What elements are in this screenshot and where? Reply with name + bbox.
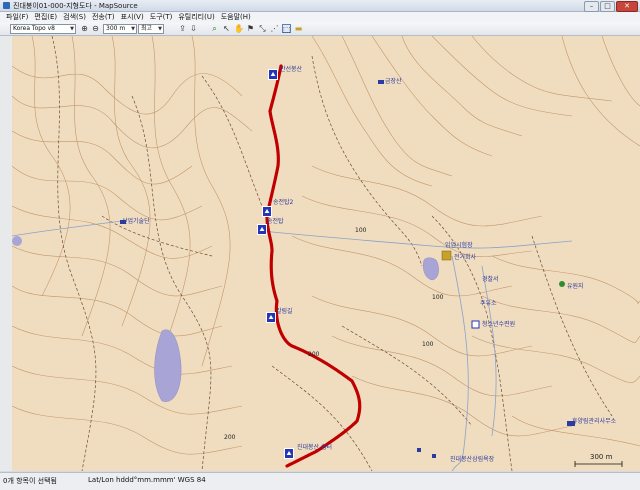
map-label: 송전탑2 [273,199,294,206]
water-spot [12,236,22,246]
map-label: 전기회사 [454,254,477,261]
map-label: 유원지 [567,283,584,290]
chevron-down-icon: ▼ [131,26,135,32]
menu-utilities[interactable]: 유틸리티(U) [178,12,214,22]
coordinate-format: Lat/Lon hddd°mm.mmm' WGS 84 [88,476,206,484]
waypoint-tool-icon[interactable]: ⚑ [246,24,255,33]
chevron-down-icon: ▼ [158,26,162,32]
menu-transfer[interactable]: 전송(T) [92,12,115,22]
zoom-select[interactable]: 300 m ▼ [103,24,137,34]
map-label: 휴양림관리사무소 [572,418,617,425]
map-label: 금장산 [385,78,402,85]
hospital-icon [471,320,480,329]
map-label: 갈림길 [276,308,293,315]
receive-from-device-icon[interactable]: ⇩ [189,24,198,33]
contour-label: 100 [432,294,444,301]
contour-lines [12,36,640,455]
hiker-waypoint-icon[interactable]: ⛰ [266,312,276,323]
close-button[interactable]: ✕ [616,1,638,12]
minimize-button[interactable]: – [584,1,599,12]
pond [423,257,439,281]
poi-markers [120,80,575,458]
hand-tool-icon[interactable]: ✋ [234,24,244,33]
menu-edit[interactable]: 편집(E) [34,12,57,22]
hiker-waypoint-icon[interactable]: ⛰ [257,224,267,235]
menu-tools[interactable]: 도구(T) [150,12,173,22]
track-tool-icon[interactable]: ⋰ [270,24,279,33]
product-select[interactable]: Korea Topo v8 ▼ [10,24,76,34]
chevron-down-icon: ▼ [70,26,74,32]
pointer-tool-icon[interactable]: ⬚ [282,24,291,34]
send-to-device-icon[interactable]: ⇪ [178,24,187,33]
contour-label: 200 [224,434,236,441]
hiker-waypoint-icon[interactable]: ⛰ [268,69,278,80]
menu-help[interactable]: 도움말(H) [221,12,251,22]
map-canvas [12,36,640,471]
map-label: 진대봉산 쉼터 [297,444,333,451]
detail-select[interactable]: 최고 ▼ [138,24,164,34]
hiker-waypoint-icon[interactable]: ⛰ [284,448,294,459]
detail-select-value: 최고 [141,25,153,32]
zoom-tool-icon[interactable]: ⌕ [210,24,219,33]
app-icon [3,2,10,9]
campground-icon [441,250,452,261]
tree-icon [559,281,565,287]
trail-lines [51,36,613,471]
maximize-button[interactable]: □ [600,1,615,12]
zoom-in-icon[interactable]: ⊕ [80,24,89,33]
map-label: 산업기술단 [122,218,150,225]
contour-label: 100 [422,341,434,348]
route-line [265,64,362,468]
menu-search[interactable]: 검색(S) [63,12,86,22]
toolbar: Korea Topo v8 ▼ ⊕ ⊖ 300 m ▼ 최고 ▼ ⇪ ⇩ ⌕ ↖ ✋ … [0,22,640,36]
map-label: 송전탑 [267,218,284,225]
scale-label: 300 m [590,453,613,461]
topo-map[interactable]: ⛰ ⛰ ⛰ ⛰ ⛰ 만선봉산 금장산 송전탑2 송전탑 갈림길 100 100 … [12,36,640,471]
route-tool-icon[interactable]: ⤡ [258,24,267,33]
contour-label: 100 [355,227,367,234]
menu-view[interactable]: 표시(V) [121,12,144,22]
zoom-select-value: 300 m [106,25,126,32]
map-label: 진대봉산삼림욕장 [450,456,495,463]
window-title: 진대봉이01-000-지형도다 - MapSource [13,2,138,10]
product-select-value: Korea Topo v8 [13,25,55,32]
map-label: 임업시험장 [445,242,473,249]
selection-status: 0개 항목이 선택됨 [3,477,57,485]
map-label: 경찰서 [482,276,499,283]
status-bar: 0개 항목이 선택됨 Lat/Lon hddd°mm.mmm' WGS 84 [0,472,640,490]
menu-bar: 파일(F) 편집(E) 검색(S) 전송(T) 표시(V) 도구(T) 유틸리티… [0,12,640,22]
menu-file[interactable]: 파일(F) [6,12,28,22]
map-label: 청소년수련원 [482,321,516,328]
zoom-out-icon[interactable]: ⊖ [91,24,100,33]
map-label: 만선봉산 [280,66,303,73]
measure-tool-icon[interactable]: ▬ [294,24,303,33]
select-tool-icon[interactable]: ↖ [222,24,231,33]
lake [154,329,182,402]
title-bar: 진대봉이01-000-지형도다 - MapSource – □ ✕ [0,0,640,12]
contour-label: 200 [308,351,320,358]
map-label: 주유소 [480,300,497,307]
